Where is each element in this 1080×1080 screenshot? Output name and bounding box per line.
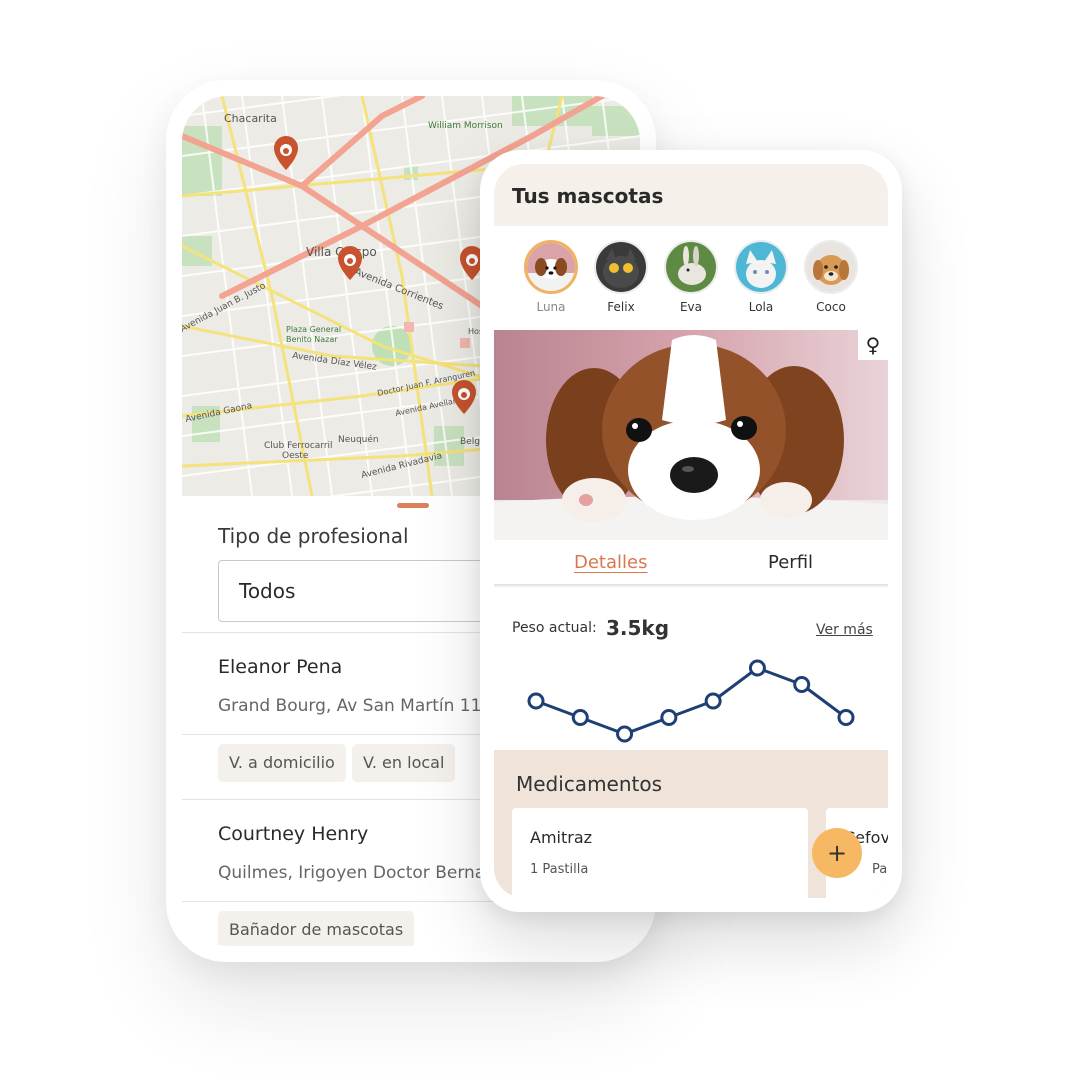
see-more-link[interactable]: Ver más [816,622,873,638]
professional-type-value: Todos [239,579,296,603]
sheet-handle[interactable] [397,503,429,508]
svg-text:Club Ferrocarril: Club Ferrocarril [264,441,333,451]
pets-header: Tus mascotas [494,164,888,226]
medication-dose: Pa [872,862,888,877]
weight-point [616,725,634,743]
professional-name[interactable]: Courtney Henry [218,823,368,845]
professional-type-label: Tipo de profesional [218,524,409,548]
pet-avatar-eva[interactable]: Eva [661,240,721,314]
professional-address: Grand Bourg, Av San Martín 11108 [218,696,514,716]
weight-point [571,709,589,726]
female-icon: ♀ [858,330,888,360]
pet-photo [804,240,858,294]
pet-name: Lola [748,300,774,314]
pet-photo [664,240,718,294]
pets-phone: Tus mascotas Luna Felix Eva Lola Coco ♀ … [480,150,902,912]
professional-name[interactable]: Eleanor Pena [218,656,342,678]
tab-detalles[interactable]: Detalles [574,552,647,573]
pet-name: Luna [536,300,566,314]
page-title: Tus mascotas [512,184,664,208]
pet-avatar-coco[interactable]: Coco [801,240,861,314]
add-medication-button[interactable]: + [812,828,862,878]
weight-point [527,692,545,710]
pet-photo [734,240,788,294]
medication-dose: 1 Pastilla [530,862,589,877]
pet-name: Coco [816,300,846,314]
medication-card[interactable]: Amitraz 1 Pastilla [512,808,808,898]
service-tag: Bañador de mascotas [218,911,415,946]
weight-point [837,709,855,726]
pet-avatar-lola[interactable]: Lola [731,240,791,314]
weight-chart [527,659,855,743]
pet-main-photo: ♀ [494,330,888,540]
svg-text:Plaza General: Plaza General [286,325,341,334]
weight-point [748,659,766,677]
weight-value: 3.5kg [606,616,670,640]
weight-label: Peso actual: [512,620,597,636]
pet-name: Felix [607,300,635,314]
svg-text:Chacarita: Chacarita [224,112,277,125]
svg-text:Neuquén: Neuquén [338,434,379,445]
svg-text:Oeste: Oeste [282,451,309,461]
pet-photo [524,240,578,294]
tab-perfil[interactable]: Perfil [768,552,813,573]
pets-screen: Tus mascotas Luna Felix Eva Lola Coco ♀ … [494,164,888,898]
svg-text:William Morrison: William Morrison [428,121,503,131]
weight-point [793,676,811,693]
pet-name: Eva [679,300,703,314]
medication-name: Amitraz [530,828,593,847]
pet-photo [594,240,648,294]
pet-avatar-felix[interactable]: Felix [591,240,651,314]
service-tag: V. a domicilio [218,744,346,782]
tab-divider [494,584,888,588]
section-title: Medicamentos [516,772,663,796]
weight-point [704,692,722,710]
svg-text:Benito Nazar: Benito Nazar [286,335,338,344]
weight-point [660,709,678,726]
service-tag: V. en local [352,744,456,782]
pet-avatar-luna[interactable]: Luna [521,240,581,314]
